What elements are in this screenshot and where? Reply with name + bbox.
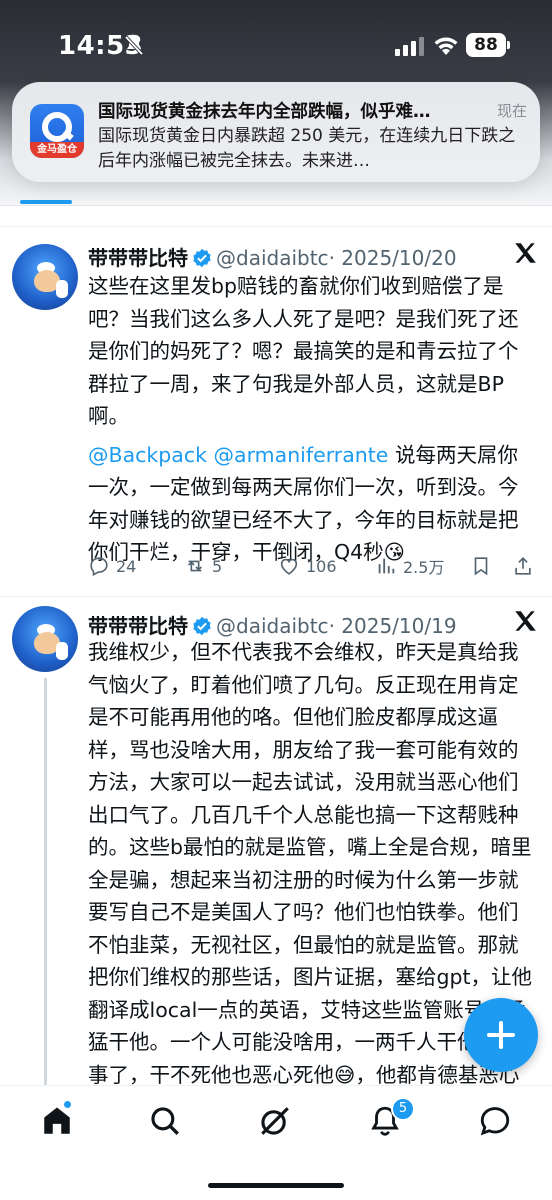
nav-grok[interactable] xyxy=(258,1104,292,1138)
share-button[interactable] xyxy=(512,551,540,581)
tweet-date[interactable]: · 2025/10/20 xyxy=(329,246,457,270)
user-handle[interactable]: @daidaibtc xyxy=(216,246,329,270)
nav-search[interactable] xyxy=(148,1104,182,1138)
user-handle[interactable]: @daidaibtc xyxy=(216,614,329,638)
verified-badge-icon xyxy=(193,616,211,636)
retweet-button[interactable]: 5 xyxy=(184,551,222,581)
home-unread-dot xyxy=(64,1101,71,1108)
x-logo-icon xyxy=(515,611,536,631)
avatar[interactable] xyxy=(12,606,78,672)
compose-button[interactable] xyxy=(464,998,538,1072)
battery-icon: 88 xyxy=(466,33,506,57)
retweet-count: 5 xyxy=(212,556,223,576)
signal-icon xyxy=(395,37,424,56)
search-icon xyxy=(151,1107,179,1135)
messages-icon xyxy=(480,1107,510,1136)
tweet-header: 带带带比特 @daidaibtc· 2025/10/19 xyxy=(88,610,457,639)
tweet-paragraph: 这些在这里发bp赔钱的畜就你们收到赔偿了是吧？当我们这么多人人死了是吧？是我们死… xyxy=(88,274,519,428)
display-name[interactable]: 带带带比特 xyxy=(88,614,188,638)
tweet-date[interactable]: · 2025/10/19 xyxy=(329,614,457,638)
tweet[interactable]: 带带带比特 @daidaibtc· 2025/10/20 这些在这里发bp赔钱的畜… xyxy=(0,226,552,596)
home-icon xyxy=(44,1107,70,1134)
bookmark-icon xyxy=(474,557,488,576)
notifications-badge: 5 xyxy=(391,1097,415,1121)
tweet-text: 这些在这里发bp赔钱的畜就你们收到赔偿了是吧？当我们这么多人人死了是吧？是我们死… xyxy=(88,270,538,569)
bell-slash-icon xyxy=(124,35,144,56)
views-icon xyxy=(378,558,395,574)
status-bar: 14:53 88 xyxy=(0,0,552,90)
notification-title: 国际现货黄金抹去年内全部跌幅，似乎难… xyxy=(98,102,431,122)
thread-line xyxy=(44,678,47,1088)
tweet-header: 带带带比特 @daidaibtc· 2025/10/20 xyxy=(88,242,457,271)
share-icon xyxy=(515,557,531,575)
tabs-divider xyxy=(0,205,552,206)
view-count: 2.5万 xyxy=(403,558,445,577)
reply-icon xyxy=(90,557,108,577)
verified-badge-icon xyxy=(193,248,211,268)
x-logo-icon xyxy=(515,243,536,263)
grok-icon xyxy=(261,1107,289,1135)
mention-link[interactable]: @armaniferrante xyxy=(214,443,389,467)
notification-time: 现在 xyxy=(497,102,528,120)
retweet-icon xyxy=(187,560,203,572)
bookmark-button[interactable] xyxy=(470,551,498,581)
reply-count: 24 xyxy=(116,556,137,576)
active-tab-indicator xyxy=(20,200,72,204)
display-name[interactable]: 带带带比特 xyxy=(88,246,188,270)
heart-icon xyxy=(280,558,298,575)
wifi-icon xyxy=(434,37,458,55)
notification-body: 国际现货黄金日内暴跌超 250 美元，在连续九日下跌之后年内涨幅已被完全抹去。未… xyxy=(98,126,516,171)
views-button[interactable]: 2.5万 xyxy=(375,551,444,581)
tweet-paragraph: @Backpack @armaniferrante 说每两天屌你一次，一定做到每… xyxy=(88,439,538,569)
nav-home[interactable] xyxy=(40,1104,74,1138)
battery-tip xyxy=(507,41,510,49)
nav-messages[interactable] xyxy=(478,1104,512,1138)
tweet-actions: 24 5 106 2.5万 xyxy=(88,551,538,581)
app-icon-label: 金马盈仓 xyxy=(30,142,84,158)
like-count: 106 xyxy=(306,556,337,576)
avatar[interactable] xyxy=(12,244,78,310)
mention-link[interactable]: @Backpack xyxy=(88,443,207,467)
tweet[interactable]: 带带带比特 @daidaibtc· 2025/10/19 我维权少，但不代表我不会… xyxy=(0,596,552,1119)
home-indicator[interactable] xyxy=(208,1183,344,1188)
app-icon: 金马盈仓 xyxy=(30,104,84,158)
notification-banner[interactable]: 金马盈仓 国际现货黄金抹去年内全部跌幅，似乎难… 现在 国际现货黄金日内暴跌超 … xyxy=(12,82,540,182)
reply-button[interactable]: 24 xyxy=(88,551,136,581)
like-button[interactable]: 106 xyxy=(278,551,337,581)
